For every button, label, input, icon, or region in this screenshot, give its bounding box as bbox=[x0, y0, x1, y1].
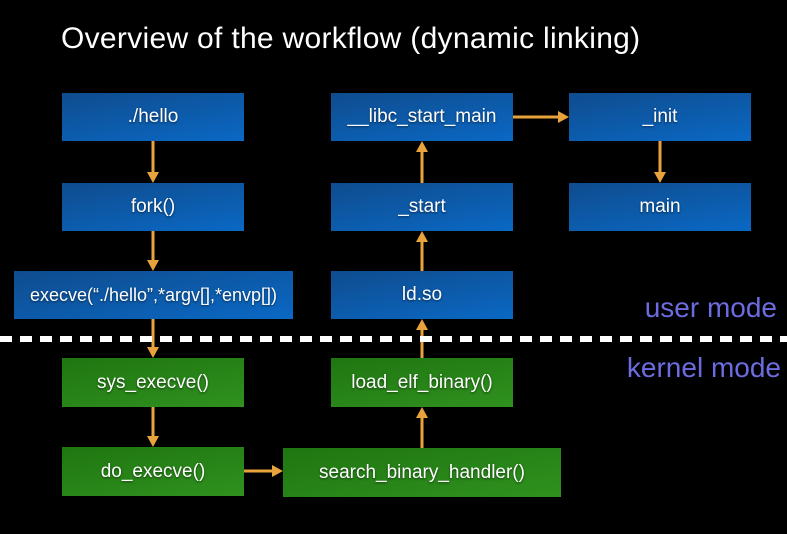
arrow-sys-execve-to-do-execve bbox=[147, 407, 159, 447]
node-execve: execve(“./hello”,*argv[],*envp[]) bbox=[14, 271, 293, 319]
node-do-execve-label: do_execve() bbox=[100, 460, 206, 482]
node-ldso: ld.so bbox=[331, 271, 513, 319]
node-hello-label: ./hello bbox=[127, 106, 179, 127]
node-libc-start-main-label: __libc_start_main bbox=[347, 106, 497, 127]
node-main-label: main bbox=[639, 196, 681, 217]
kernel-mode-label: kernel mode bbox=[626, 352, 781, 383]
node-sys-execve-label: sys_execve() bbox=[97, 371, 209, 393]
arrow-do-execve-to-search-binary-handler bbox=[244, 465, 283, 477]
node-init-label: _init bbox=[642, 106, 678, 127]
arrow-start-to-libc-start-main bbox=[416, 141, 428, 183]
arrow-init-to-main bbox=[654, 141, 666, 183]
slide-canvas: Overview of the workflow (dynamic linkin… bbox=[0, 0, 787, 534]
node-hello: ./hello bbox=[62, 93, 244, 141]
node-search-binary-handler: search_binary_handler() bbox=[283, 448, 561, 497]
arrow-fork-to-execve bbox=[147, 231, 159, 271]
mode-divider bbox=[0, 336, 787, 342]
node-load-elf-binary: load_elf_binary() bbox=[331, 358, 513, 407]
node-init: _init bbox=[569, 93, 751, 141]
node-main: main bbox=[569, 183, 751, 231]
slide-title: Overview of the workflow (dynamic linkin… bbox=[61, 22, 641, 55]
node-search-binary-handler-label: search_binary_handler() bbox=[319, 461, 525, 483]
node-fork: fork() bbox=[62, 183, 244, 231]
node-ldso-label: ld.so bbox=[401, 284, 443, 305]
arrow-ldso-to-start bbox=[416, 231, 428, 271]
node-start: _start bbox=[331, 183, 513, 231]
node-load-elf-binary-label: load_elf_binary() bbox=[351, 371, 493, 393]
node-start-label: _start bbox=[398, 196, 446, 217]
node-sys-execve: sys_execve() bbox=[62, 358, 244, 407]
node-do-execve: do_execve() bbox=[62, 447, 244, 496]
node-libc-start-main: __libc_start_main bbox=[331, 93, 513, 141]
arrow-hello-to-fork bbox=[147, 141, 159, 183]
arrow-libc-start-main-to-init bbox=[513, 111, 569, 123]
node-execve-label: execve(“./hello”,*argv[],*envp[]) bbox=[29, 284, 278, 305]
user-mode-label: user mode bbox=[644, 292, 777, 323]
node-fork-label: fork() bbox=[130, 196, 176, 217]
arrow-search-binary-handler-to-load-elf-binary bbox=[416, 407, 428, 448]
